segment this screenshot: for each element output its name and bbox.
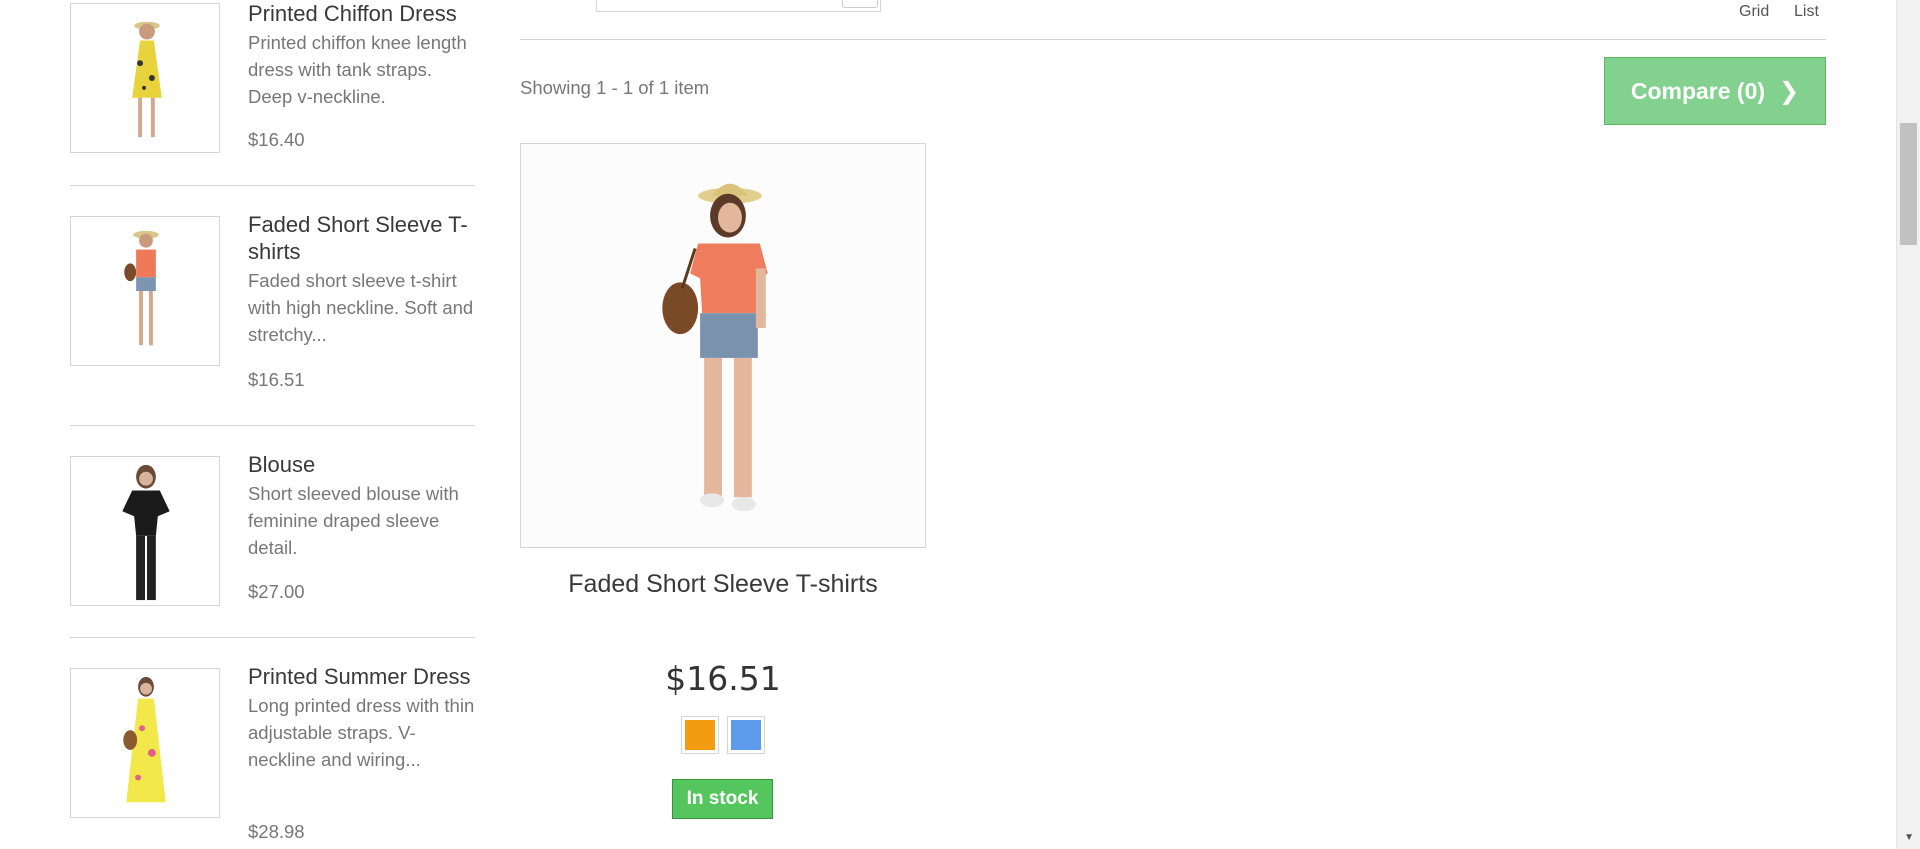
product-price: $16.51 [665,659,781,698]
product-description: Long printed dress with thin adjustable … [248,695,475,770]
compare-label: Compare (0) [1630,77,1766,104]
product-description: Faded short sleeve t-shirt with high nec… [248,270,474,345]
product-name-link[interactable]: Blouse [248,451,478,478]
scroll-down-icon[interactable]: ▼ [1904,832,1914,843]
color-swatch-blue[interactable] [727,716,765,754]
product-title-link[interactable]: Faded Short Sleeve T-shirts [520,570,926,599]
product-price: $16.40 [248,129,305,150]
chevron-right-icon: ❯ [1779,77,1800,105]
divider [70,425,475,426]
product-name-link[interactable]: Faded Short Sleeve T-shirts [248,211,478,265]
tshirt-orange-image [71,217,219,365]
list-view-toggle[interactable]: List [1794,3,1819,21]
product-image[interactable] [520,143,926,548]
blouse-black-image [71,457,219,605]
results-count: Showing 1 - 1 of 1 item [520,77,710,98]
color-swatch-orange[interactable] [681,716,719,754]
product-thumbnail[interactable] [70,216,220,366]
divider [70,637,475,638]
side-item-text: Printed Chiffon Dress Printed chiffon kn… [248,0,478,110]
sort-select[interactable] [596,0,881,12]
color-swatches [681,716,765,754]
divider [70,185,475,186]
tshirt-model-image [521,144,925,547]
summer-dress-image [71,669,219,817]
vertical-scrollbar[interactable]: ▼ [1896,0,1920,849]
compare-button[interactable]: Compare (0) ❯ [1604,57,1826,125]
grid-view-toggle[interactable]: Grid [1739,3,1769,21]
product-price: $27.00 [248,581,305,602]
dress-yellow-image [71,4,219,152]
availability-badge: In stock [672,779,773,819]
product-thumbnail[interactable] [70,456,220,606]
toolbar-divider [520,39,1826,40]
product-price: $16.51 [248,369,305,390]
product-thumbnail[interactable] [70,668,220,818]
side-item-text: Blouse Short sleeved blouse with feminin… [248,451,478,561]
scrollbar-thumb[interactable] [1900,123,1917,245]
side-item-text: Faded Short Sleeve T-shirts Faded short … [248,211,478,348]
side-item-text: Printed Summer Dress Long printed dress … [248,663,478,773]
select-arrow-box[interactable] [842,0,878,8]
product-price: $28.98 [248,821,305,842]
product-description: Short sleeved blouse with feminine drape… [248,483,459,558]
product-description: Printed chiffon knee length dress with t… [248,32,467,107]
product-thumbnail[interactable] [70,3,220,153]
product-name-link[interactable]: Printed Summer Dress [248,663,478,690]
product-name-link[interactable]: Printed Chiffon Dress [248,0,478,27]
